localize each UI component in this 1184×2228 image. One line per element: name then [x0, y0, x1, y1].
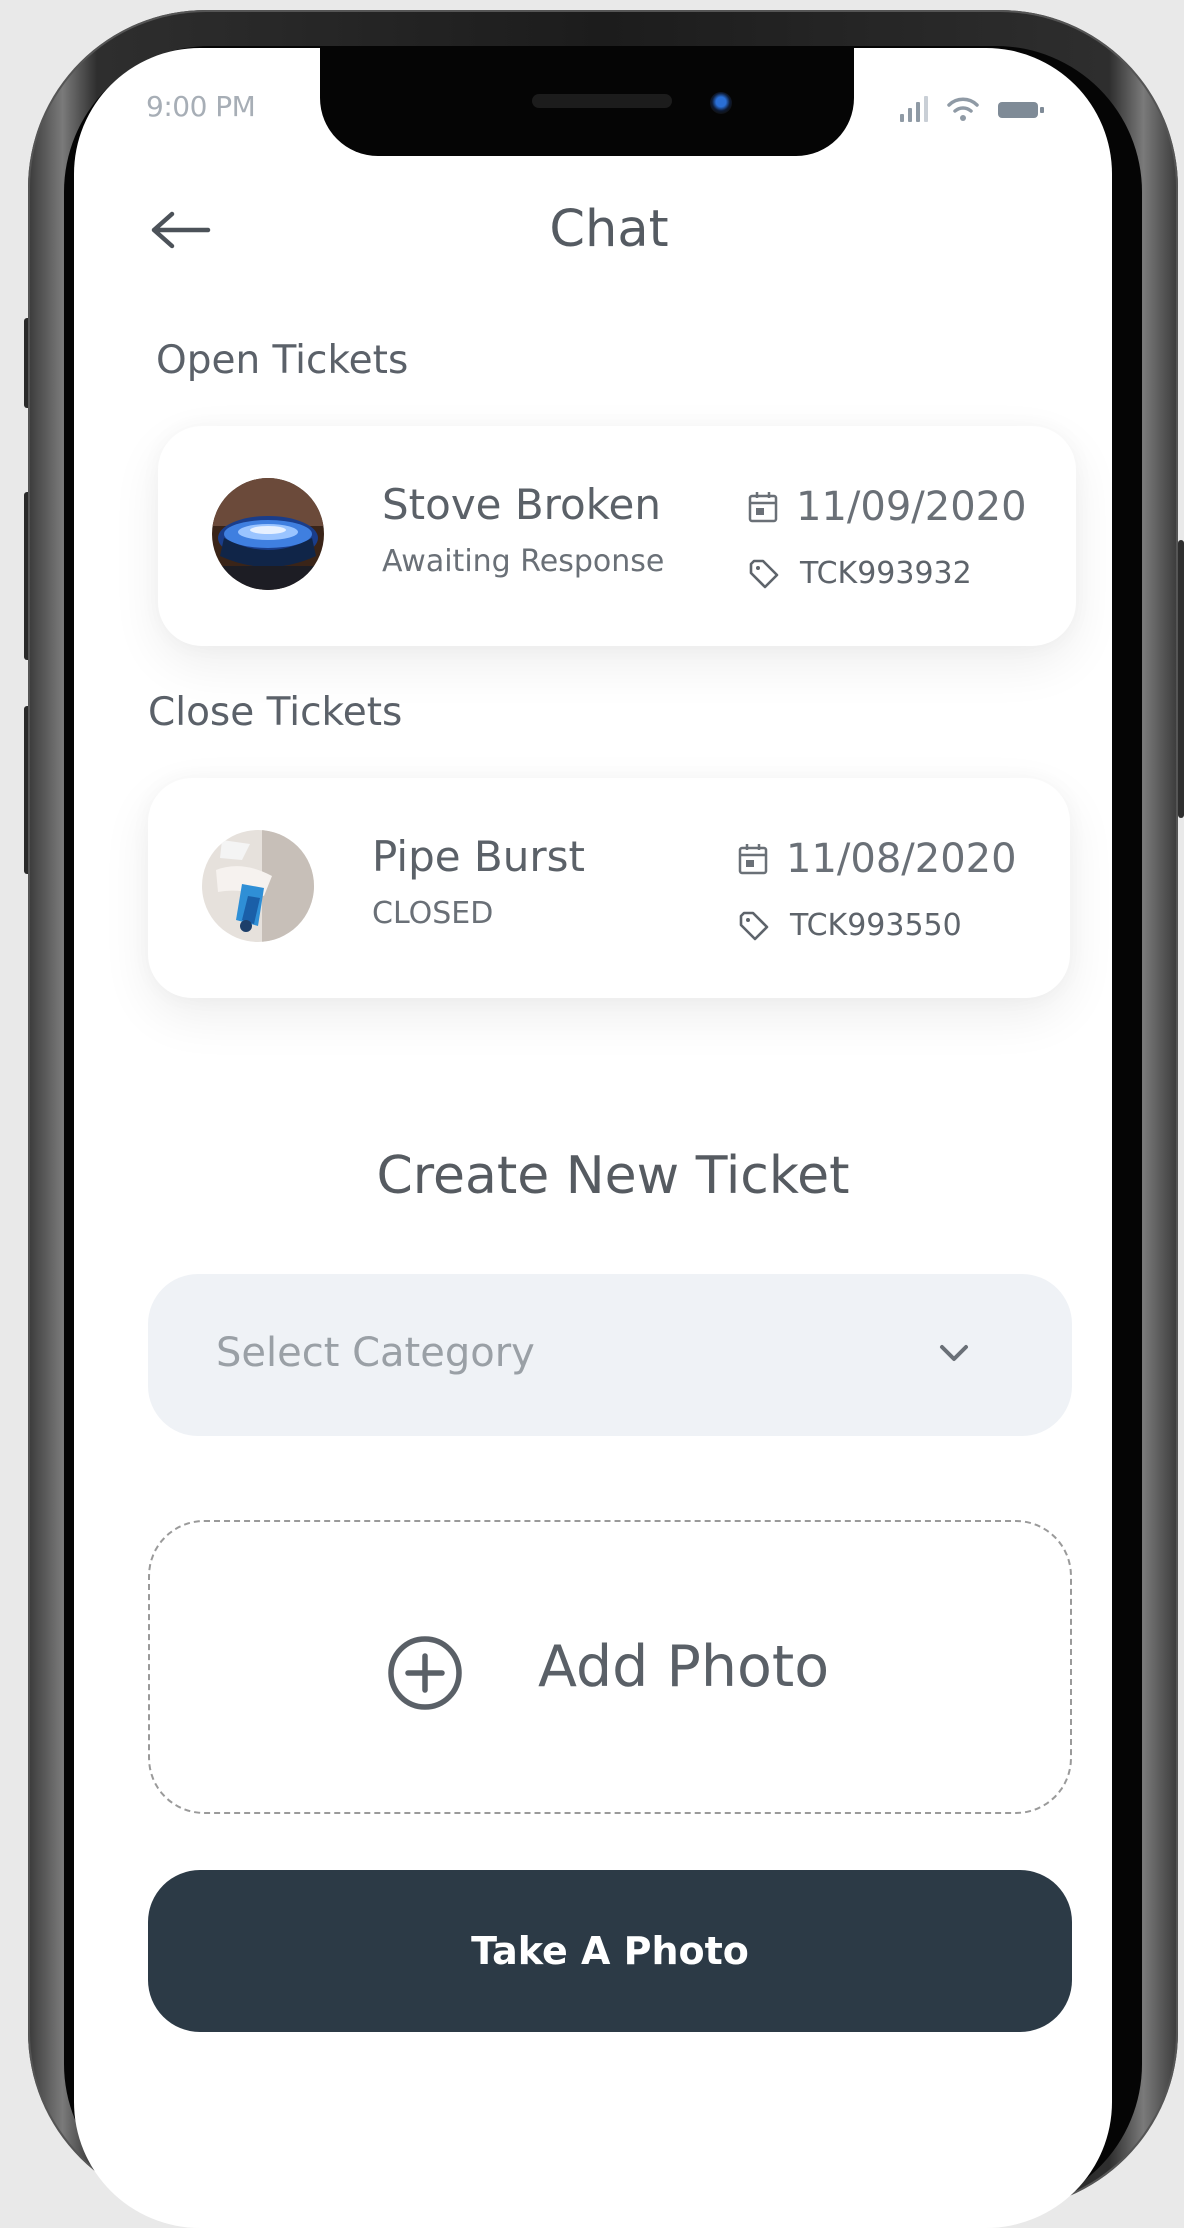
- front-camera-icon: [710, 92, 732, 114]
- wifi-icon: [947, 97, 979, 121]
- ticket-date: 11/09/2020: [748, 484, 1027, 530]
- page-title: Chat: [549, 200, 669, 259]
- chevron-down-icon: [940, 1345, 968, 1361]
- earpiece-speaker: [532, 94, 672, 108]
- category-select-value: Select Category: [216, 1330, 535, 1376]
- phone-notch: [320, 46, 854, 156]
- status-time: 9:00 PM: [146, 90, 256, 123]
- category-select[interactable]: Select Category: [148, 1274, 1072, 1436]
- add-photo-label: Add Photo: [538, 1634, 830, 1700]
- calendar-icon: [748, 492, 778, 523]
- ticket-card-closed[interactable]: Pipe Burst CLOSED 11/08/2020 TCK993550: [148, 778, 1070, 998]
- ticket-thumbnail-pipe: [202, 830, 314, 942]
- ticket-name: Pipe Burst: [372, 832, 585, 881]
- ticket-code: TCK993932: [748, 556, 972, 591]
- battery-icon: [998, 102, 1044, 118]
- ticket-code: TCK993550: [738, 908, 962, 943]
- ticket-name: Stove Broken: [382, 480, 662, 529]
- take-photo-button[interactable]: Take A Photo: [148, 1870, 1072, 2032]
- ticket-status: Awaiting Response: [382, 544, 665, 579]
- add-photo-dropzone[interactable]: Add Photo: [148, 1520, 1072, 1814]
- close-tickets-label: Close Tickets: [148, 690, 403, 735]
- ticket-code-value: TCK993550: [790, 908, 962, 943]
- create-ticket-title: Create New Ticket: [376, 1146, 850, 1206]
- ticket-card-open[interactable]: Stove Broken Awaiting Response 11/09/202…: [158, 426, 1076, 646]
- ticket-code-value: TCK993932: [800, 556, 972, 591]
- ticket-status: CLOSED: [372, 896, 494, 931]
- ticket-date-value: 11/08/2020: [786, 836, 1017, 882]
- ticket-date-value: 11/09/2020: [796, 484, 1027, 530]
- ticket-thumbnail-stove: [212, 478, 324, 590]
- plus-circle-icon: [388, 1636, 462, 1710]
- status-icons: [900, 96, 1044, 122]
- calendar-icon: [738, 844, 768, 875]
- ticket-date: 11/08/2020: [738, 836, 1017, 882]
- open-tickets-label: Open Tickets: [156, 338, 409, 383]
- phone-power-button: [1178, 540, 1184, 818]
- tag-icon: [739, 911, 769, 940]
- signal-icon: [900, 96, 928, 122]
- tag-icon: [749, 559, 779, 588]
